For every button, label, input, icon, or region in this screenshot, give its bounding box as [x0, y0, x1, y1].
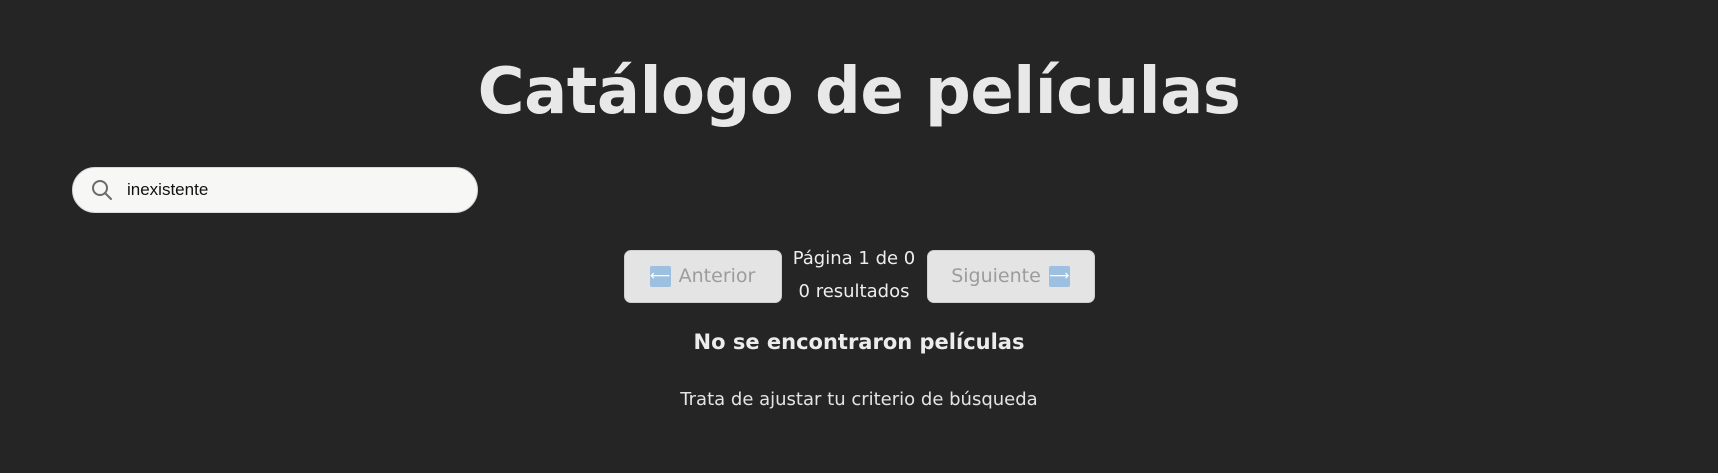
- search-bar[interactable]: [72, 167, 478, 213]
- arrow-right-icon: ⟶: [1048, 265, 1070, 287]
- previous-page-label: Anterior: [678, 265, 756, 287]
- pagination: ⟵ Anterior Página 1 de 0 0 resultados Si…: [0, 244, 1718, 308]
- search-icon: [91, 179, 113, 201]
- page-indicator: Página 1 de 0: [792, 248, 916, 269]
- results-count: 0 resultados: [798, 281, 910, 302]
- next-page-label: Siguiente: [951, 265, 1041, 287]
- empty-state-title: No se encontraron películas: [693, 330, 1025, 354]
- search-input[interactable]: [127, 180, 447, 200]
- empty-state-subtitle: Trata de ajustar tu criterio de búsqueda: [680, 389, 1038, 410]
- next-page-button[interactable]: Siguiente ⟶: [926, 249, 1095, 303]
- page-info: Página 1 de 0 0 resultados: [782, 242, 927, 308]
- page-title: Catálogo de películas: [477, 55, 1241, 129]
- previous-page-button[interactable]: ⟵ Anterior: [623, 249, 782, 303]
- arrow-left-icon: ⟵: [649, 265, 671, 287]
